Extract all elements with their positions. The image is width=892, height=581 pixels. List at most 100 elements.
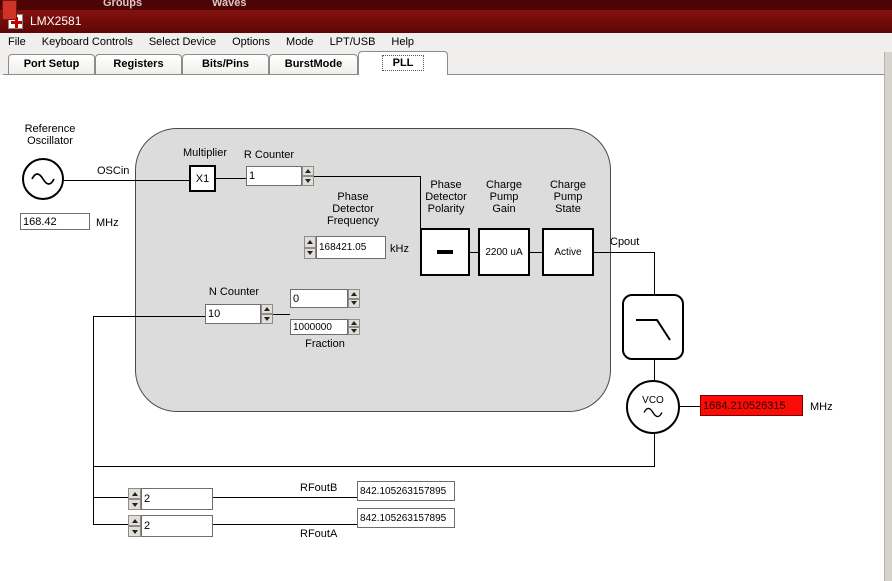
arrow-down-icon xyxy=(351,301,357,306)
arrow-down-icon xyxy=(264,317,270,321)
sine-wave-icon xyxy=(643,407,663,418)
cpout-label: Cpout xyxy=(610,236,640,248)
connector-line xyxy=(594,252,655,253)
background-window-icon xyxy=(2,0,17,20)
spin-down-button[interactable] xyxy=(348,298,360,308)
arrow-down-icon xyxy=(307,251,313,256)
spin-down-button[interactable] xyxy=(304,247,316,259)
spin-down-button[interactable] xyxy=(128,526,141,537)
n-counter-input[interactable] xyxy=(205,304,261,324)
spin-down-button[interactable] xyxy=(261,314,273,324)
connector-line xyxy=(273,314,290,315)
pdf-spinner[interactable] xyxy=(304,236,316,259)
arrow-down-icon xyxy=(131,502,138,507)
connector-line xyxy=(213,497,357,498)
menu-file[interactable]: File xyxy=(0,33,34,52)
connector-line xyxy=(216,178,246,179)
connector-line xyxy=(680,406,700,407)
phase-detector-polarity-label: Phase Detector Polarity xyxy=(425,179,467,215)
connector-line xyxy=(93,316,205,317)
reference-frequency-input[interactable] xyxy=(20,213,90,230)
spin-up-button[interactable] xyxy=(302,166,314,176)
charge-pump-gain-label: Charge Pump Gain xyxy=(485,179,523,215)
arrow-up-icon xyxy=(305,169,311,173)
reference-oscillator-symbol xyxy=(22,158,64,200)
spin-up-button[interactable] xyxy=(348,319,360,327)
phase-detector-polarity-box[interactable] xyxy=(420,228,470,276)
menu-select-device[interactable]: Select Device xyxy=(141,33,224,52)
vco-frequency-output[interactable] xyxy=(700,395,803,416)
tab-bits-pins[interactable]: Bits/Pins xyxy=(182,54,269,74)
spin-down-button[interactable] xyxy=(302,176,314,186)
phase-detector-frequency-label: Phase Detector Frequency xyxy=(327,191,379,227)
spin-up-button[interactable] xyxy=(261,304,273,314)
arrow-down-icon xyxy=(351,329,357,333)
tab-pll-label: PLL xyxy=(381,55,425,71)
spin-down-button[interactable] xyxy=(128,499,141,510)
background-window-strip: Groups Waves xyxy=(0,0,892,10)
charge-pump-state-box[interactable]: Active xyxy=(542,228,594,276)
fraction-denominator-spinner[interactable] xyxy=(348,319,360,335)
arrow-up-icon xyxy=(264,307,270,311)
rfoutb-frequency-output[interactable] xyxy=(357,481,455,501)
connector-line xyxy=(470,252,478,253)
tab-pll[interactable]: PLL xyxy=(358,51,448,75)
window-right-border xyxy=(884,52,892,581)
connector-line xyxy=(654,252,655,294)
arrow-up-icon xyxy=(131,491,138,496)
r-counter-spinner[interactable] xyxy=(302,166,314,186)
fraction-numerator-spinner[interactable] xyxy=(348,289,360,308)
multiplier-box[interactable]: X1 xyxy=(189,165,216,192)
connector-line xyxy=(654,434,655,466)
menu-options[interactable]: Options xyxy=(224,33,278,52)
connector-line xyxy=(213,524,357,525)
multiplier-label: Multiplier xyxy=(182,147,227,159)
pdf-unit-label: kHz xyxy=(390,243,409,255)
pdf-input[interactable] xyxy=(316,236,386,259)
rfouta-label: RFoutA xyxy=(300,528,338,540)
rfouta-divider-input[interactable] xyxy=(141,515,213,537)
menu-keyboard-controls[interactable]: Keyboard Controls xyxy=(34,33,141,52)
arrow-down-icon xyxy=(131,529,138,534)
rfoutb-label: RFoutB xyxy=(300,482,338,494)
spin-up-button[interactable] xyxy=(128,488,141,499)
rfoutb-divider-spinner[interactable] xyxy=(128,488,141,510)
menu-lpt-usb[interactable]: LPT/USB xyxy=(322,33,384,52)
tab-registers[interactable]: Registers xyxy=(95,54,182,74)
connector-line xyxy=(654,360,655,380)
menu-bar: File Keyboard Controls Select Device Opt… xyxy=(0,33,892,52)
application-window: Groups Waves LMX2581 File Keyboard Contr… xyxy=(0,0,892,581)
tab-burstmode[interactable]: BurstMode xyxy=(269,54,358,74)
fraction-numerator-input[interactable] xyxy=(290,289,348,308)
n-counter-spinner[interactable] xyxy=(261,304,273,324)
reference-unit-label: MHz xyxy=(96,217,119,229)
rfouta-divider-spinner[interactable] xyxy=(128,515,141,537)
window-title: LMX2581 xyxy=(30,14,82,28)
arrow-up-icon xyxy=(351,291,357,296)
spin-up-button[interactable] xyxy=(304,236,316,248)
menu-mode[interactable]: Mode xyxy=(278,33,322,52)
connector-line xyxy=(530,252,542,253)
spin-up-button[interactable] xyxy=(128,515,141,526)
lowpass-filter-icon xyxy=(636,319,671,341)
charge-pump-gain-box[interactable]: 2200 uA xyxy=(478,228,530,276)
fraction-denominator-input[interactable] xyxy=(290,319,348,335)
arrow-up-icon xyxy=(351,321,357,325)
spin-down-button[interactable] xyxy=(348,327,360,335)
connector-line xyxy=(314,176,420,177)
tab-port-setup[interactable]: Port Setup xyxy=(8,54,95,74)
rfouta-frequency-output[interactable] xyxy=(357,508,455,528)
vco-unit-label: MHz xyxy=(810,401,833,413)
background-menu-fragment: Waves xyxy=(212,0,247,9)
spin-up-button[interactable] xyxy=(348,289,360,299)
menu-help[interactable]: Help xyxy=(383,33,422,52)
rfoutb-divider-input[interactable] xyxy=(141,488,213,510)
title-bar[interactable]: LMX2581 xyxy=(0,10,892,33)
vco-symbol: VCO xyxy=(626,380,680,434)
loop-filter-box xyxy=(622,294,684,360)
r-counter-input[interactable] xyxy=(246,166,302,186)
sine-wave-icon xyxy=(31,173,55,185)
feedback-line xyxy=(93,466,655,467)
connector-line xyxy=(64,180,190,181)
oscin-label: OSCin xyxy=(97,165,130,177)
